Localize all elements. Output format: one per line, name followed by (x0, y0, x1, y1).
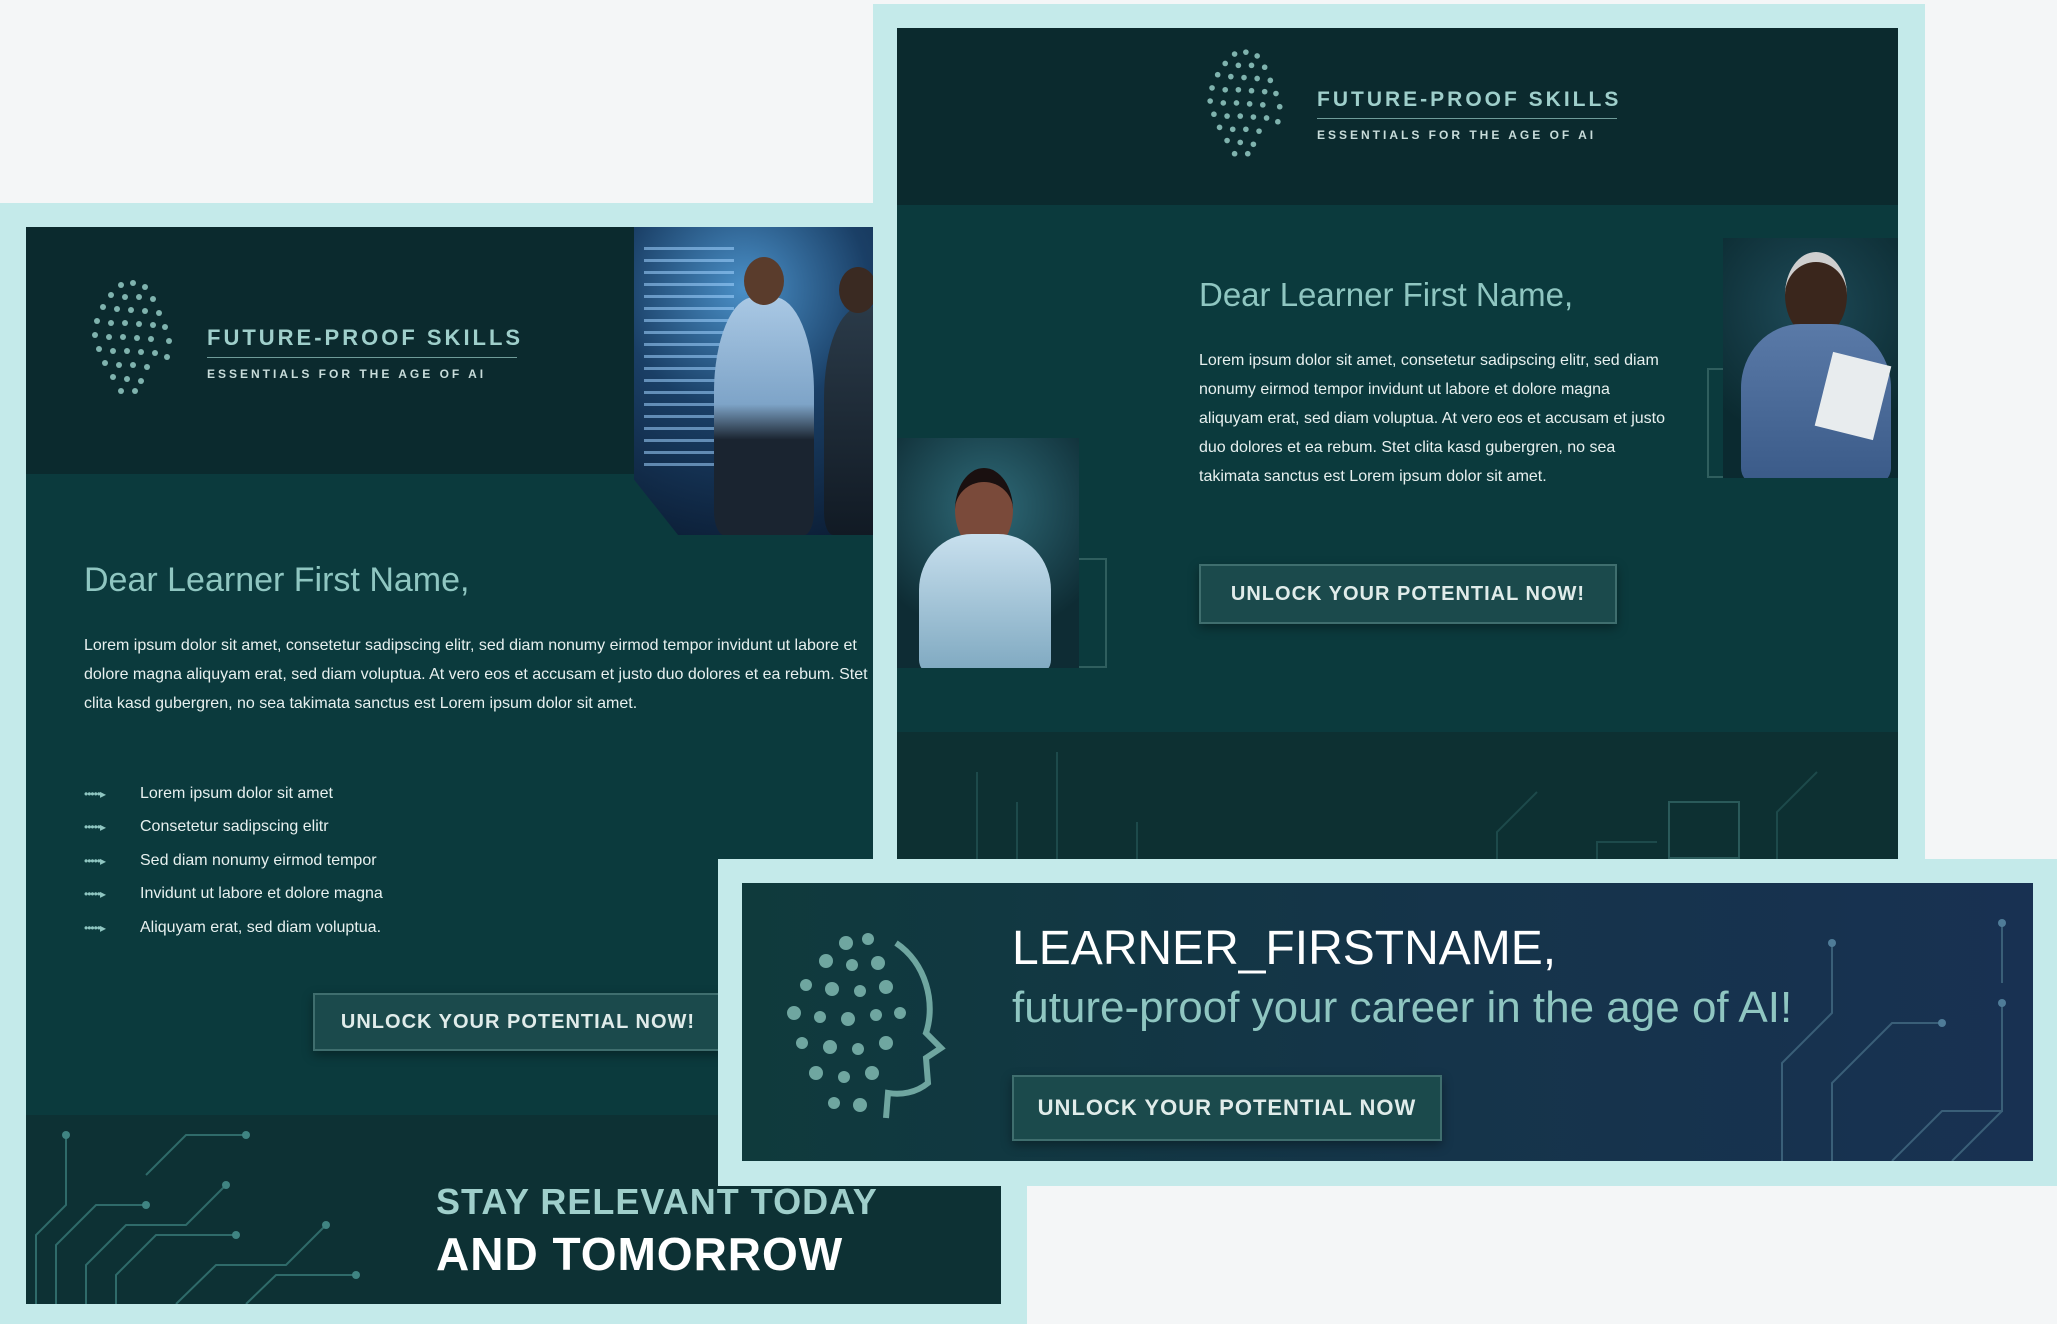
greeting: Dear Learner First Name, (1199, 276, 1574, 313)
logo-subtitle: ESSENTIALS FOR THE AGE OF AI (207, 367, 487, 381)
list-item: •••••▸ Invidunt ut labore et dolore magna (84, 885, 383, 903)
person-head (744, 257, 784, 305)
chip-icon (1668, 801, 1740, 859)
unlock-potential-button[interactable]: UNLOCK YOUR POTENTIAL NOW! (313, 993, 723, 1051)
bullet-list: •••••▸ Lorem ipsum dolor sit amet •••••▸ C… (84, 777, 584, 945)
banner-learner-name: LEARNER_FIRSTNAME, (1012, 922, 1557, 975)
brand-logo: FUTURE-PROOF SKILLS ESSENTIALS FOR THE A… (1197, 46, 1637, 166)
person-figure (714, 297, 814, 535)
brain-network-icon (787, 933, 946, 1119)
list-item: •••••▸ Sed diam nonumy eirmod tempor (84, 851, 377, 869)
banner-tagline: future-proof your career in the age of A… (1012, 983, 1793, 1032)
greeting: Dear Learner First Name, (84, 561, 470, 599)
list-item: •••••▸ Consetetur sadipscing elitr (84, 818, 329, 836)
unlock-potential-button[interactable]: UNLOCK YOUR POTENTIAL NOW! (1199, 564, 1617, 624)
bullet-dots-icon: •••••▸ (84, 920, 106, 935)
footer-headline-2: AND TOMORROW (436, 1228, 844, 1280)
bullet-dots-icon: •••••▸ (84, 853, 106, 868)
brain-network-icon (1207, 49, 1283, 157)
banner-panel: LEARNER_FIRSTNAME, future-proof your car… (742, 883, 2033, 1161)
list-item: •••••▸ Aliquyam erat, sed diam voluptua. (84, 918, 382, 936)
body-paragraph: Lorem ipsum dolor sit amet, consetetur s… (1199, 352, 1666, 485)
photo-man-tablet (1723, 238, 1898, 478)
logo-divider (207, 357, 517, 358)
photo-woman-phone (897, 438, 1079, 668)
logo-title: FUTURE-PROOF SKILLS (1317, 88, 1622, 111)
circuit-pattern (35, 1131, 360, 1304)
logo-subtitle: ESSENTIALS FOR THE AGE OF AI (1317, 128, 1597, 142)
bullet-dots-icon: •••••▸ (84, 820, 106, 835)
bullet-dots-icon: •••••▸ (84, 887, 106, 902)
brain-network-icon (92, 280, 172, 394)
banner-card: LEARNER_FIRSTNAME, future-proof your car… (718, 859, 2057, 1186)
footer-headline-1: STAY RELEVANT TODAY (436, 1181, 878, 1222)
unlock-potential-button[interactable]: UNLOCK YOUR POTENTIAL NOW (1012, 1075, 1442, 1141)
brand-logo: FUTURE-PROOF SKILLS ESSENTIALS FOR THE A… (81, 277, 541, 407)
person-head (839, 267, 877, 313)
email-template-card-2: FUTURE-PROOF SKILLS ESSENTIALS FOR THE A… (873, 4, 1925, 896)
body-paragraph: Lorem ipsum dolor sit amet, consetetur s… (84, 637, 868, 712)
logo-title: FUTURE-PROOF SKILLS (207, 325, 524, 350)
list-item: •••••▸ Lorem ipsum dolor sit amet (84, 784, 333, 802)
email-template-2: FUTURE-PROOF SKILLS ESSENTIALS FOR THE A… (897, 28, 1898, 888)
bullet-dots-icon: •••••▸ (84, 786, 106, 801)
logo-divider (1317, 118, 1617, 119)
